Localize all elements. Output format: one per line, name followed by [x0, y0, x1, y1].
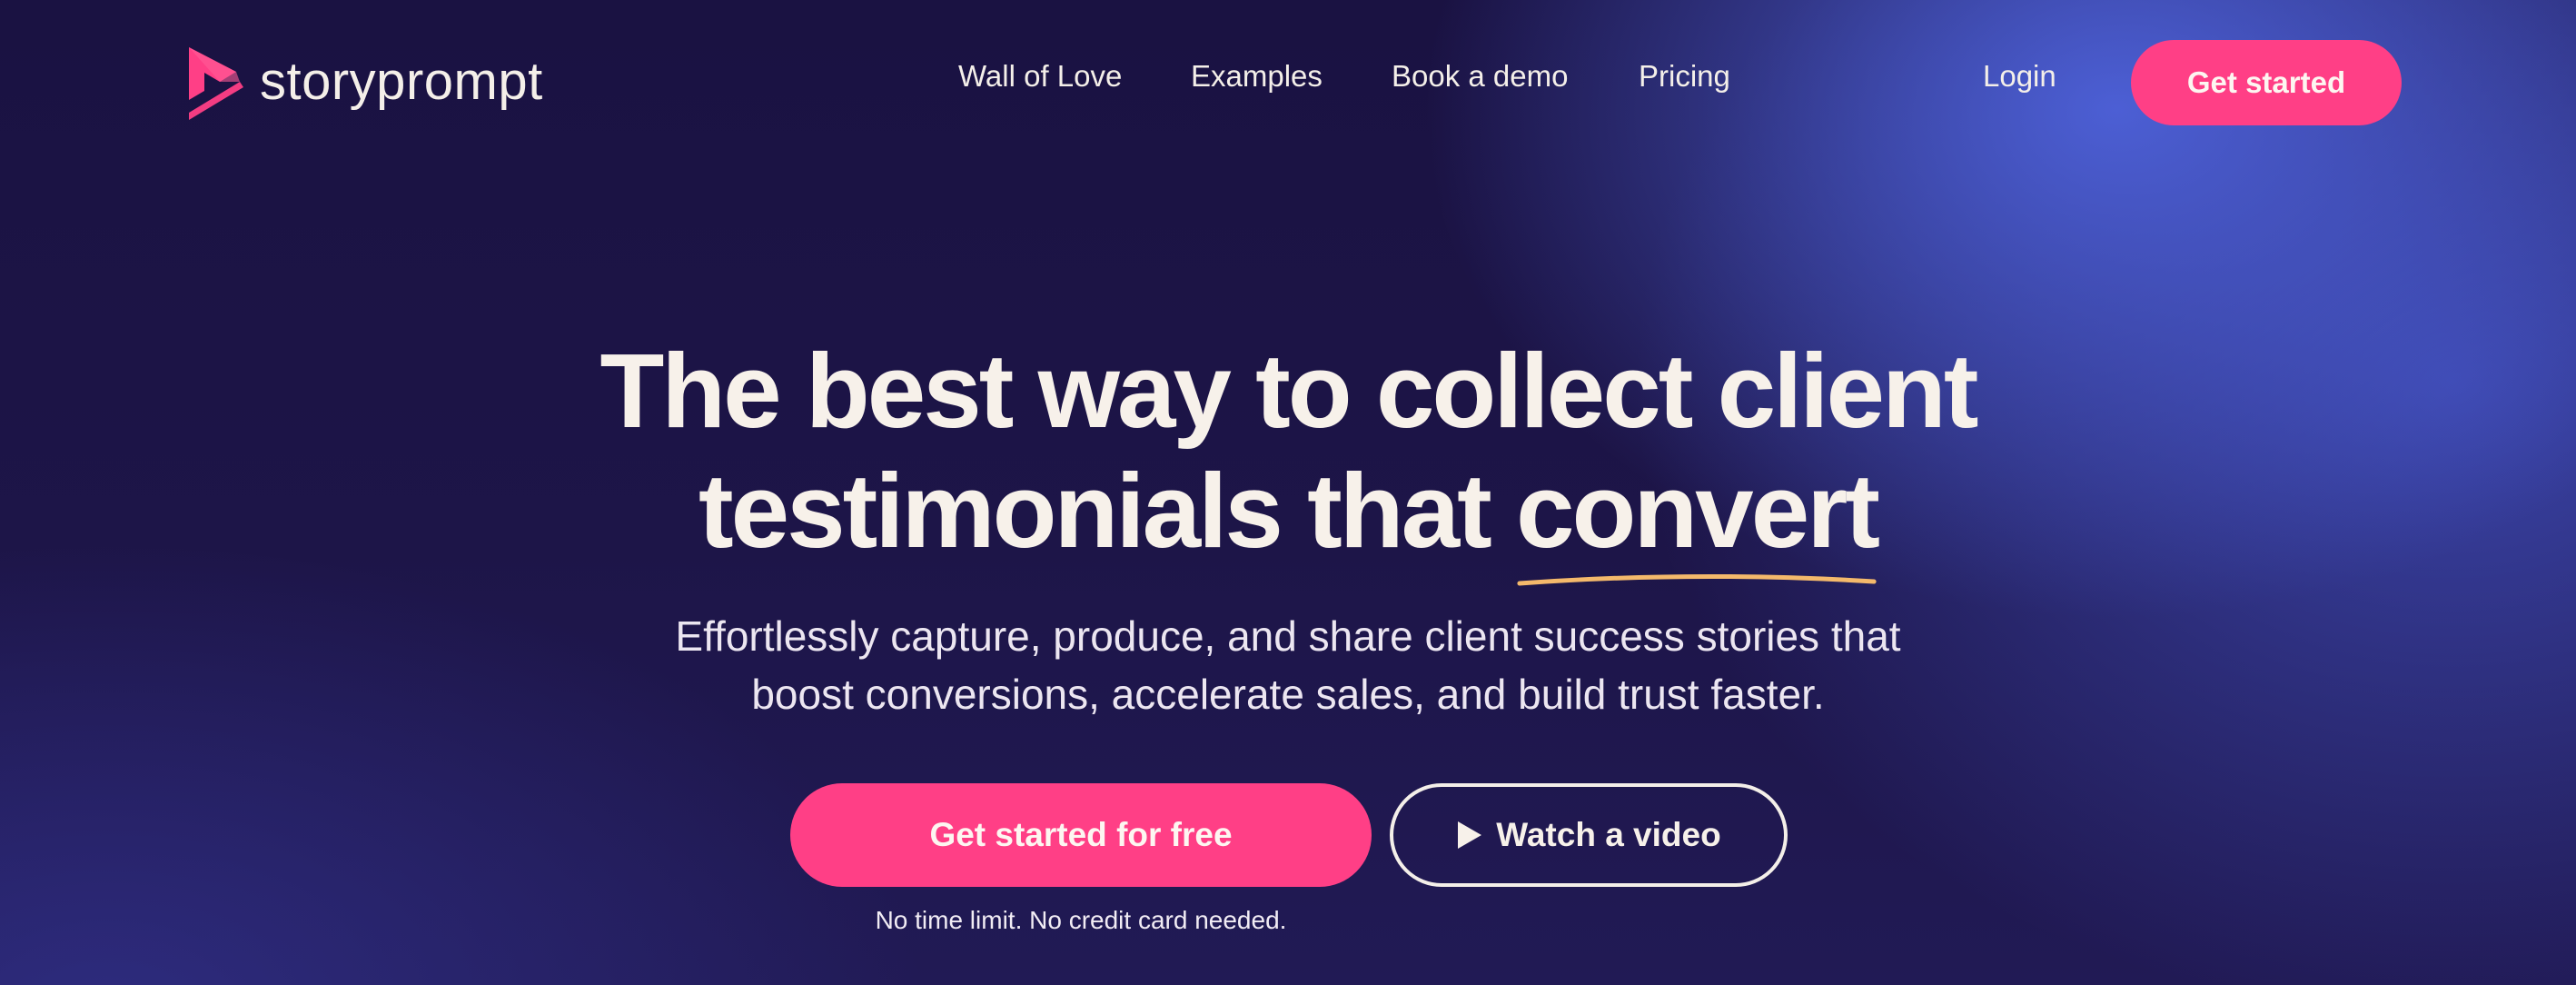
- hero-title-line-1: The best way to collect client: [599, 332, 1978, 450]
- watch-video-button[interactable]: Watch a video: [1390, 783, 1788, 887]
- signup-note: No time limit. No credit card needed.: [875, 906, 1287, 934]
- hero-title-highlight: convert: [1515, 451, 1880, 586]
- brand-name: storyprompt: [260, 52, 543, 111]
- nav-item-book-a-demo[interactable]: Book a demo: [1392, 59, 1568, 93]
- hero-title: The best way to collect client testimoni…: [0, 331, 2576, 586]
- highlight-underline: [1517, 573, 1877, 586]
- login-link[interactable]: Login: [1983, 59, 2056, 93]
- brand-logo-link[interactable]: storyprompt: [176, 40, 543, 124]
- get-started-button[interactable]: Get started: [2131, 40, 2402, 125]
- nav-item-wall-of-love[interactable]: Wall of Love: [958, 59, 1122, 93]
- hero-subtitle: Effortlessly capture, produce, and share…: [0, 607, 2576, 723]
- hero-title-line-2-text: testimonials that: [698, 452, 1516, 570]
- nav-item-examples[interactable]: Examples: [1191, 59, 1323, 93]
- play-icon: [1458, 821, 1482, 849]
- hero-subtitle-line-2: boost conversions, accelerate sales, and…: [751, 671, 1825, 718]
- watch-video-label: Watch a video: [1496, 816, 1721, 853]
- nav-item-pricing[interactable]: Pricing: [1639, 59, 1730, 93]
- get-started-for-free-button[interactable]: Get started for free: [790, 783, 1372, 887]
- storyprompt-play-logo-icon: [189, 47, 243, 120]
- hero-title-highlight-text: convert: [1515, 452, 1880, 570]
- hero-subtitle-line-1: Effortlessly capture, produce, and share…: [675, 612, 1901, 660]
- hero-title-line-2: testimonials that convert: [0, 451, 2576, 586]
